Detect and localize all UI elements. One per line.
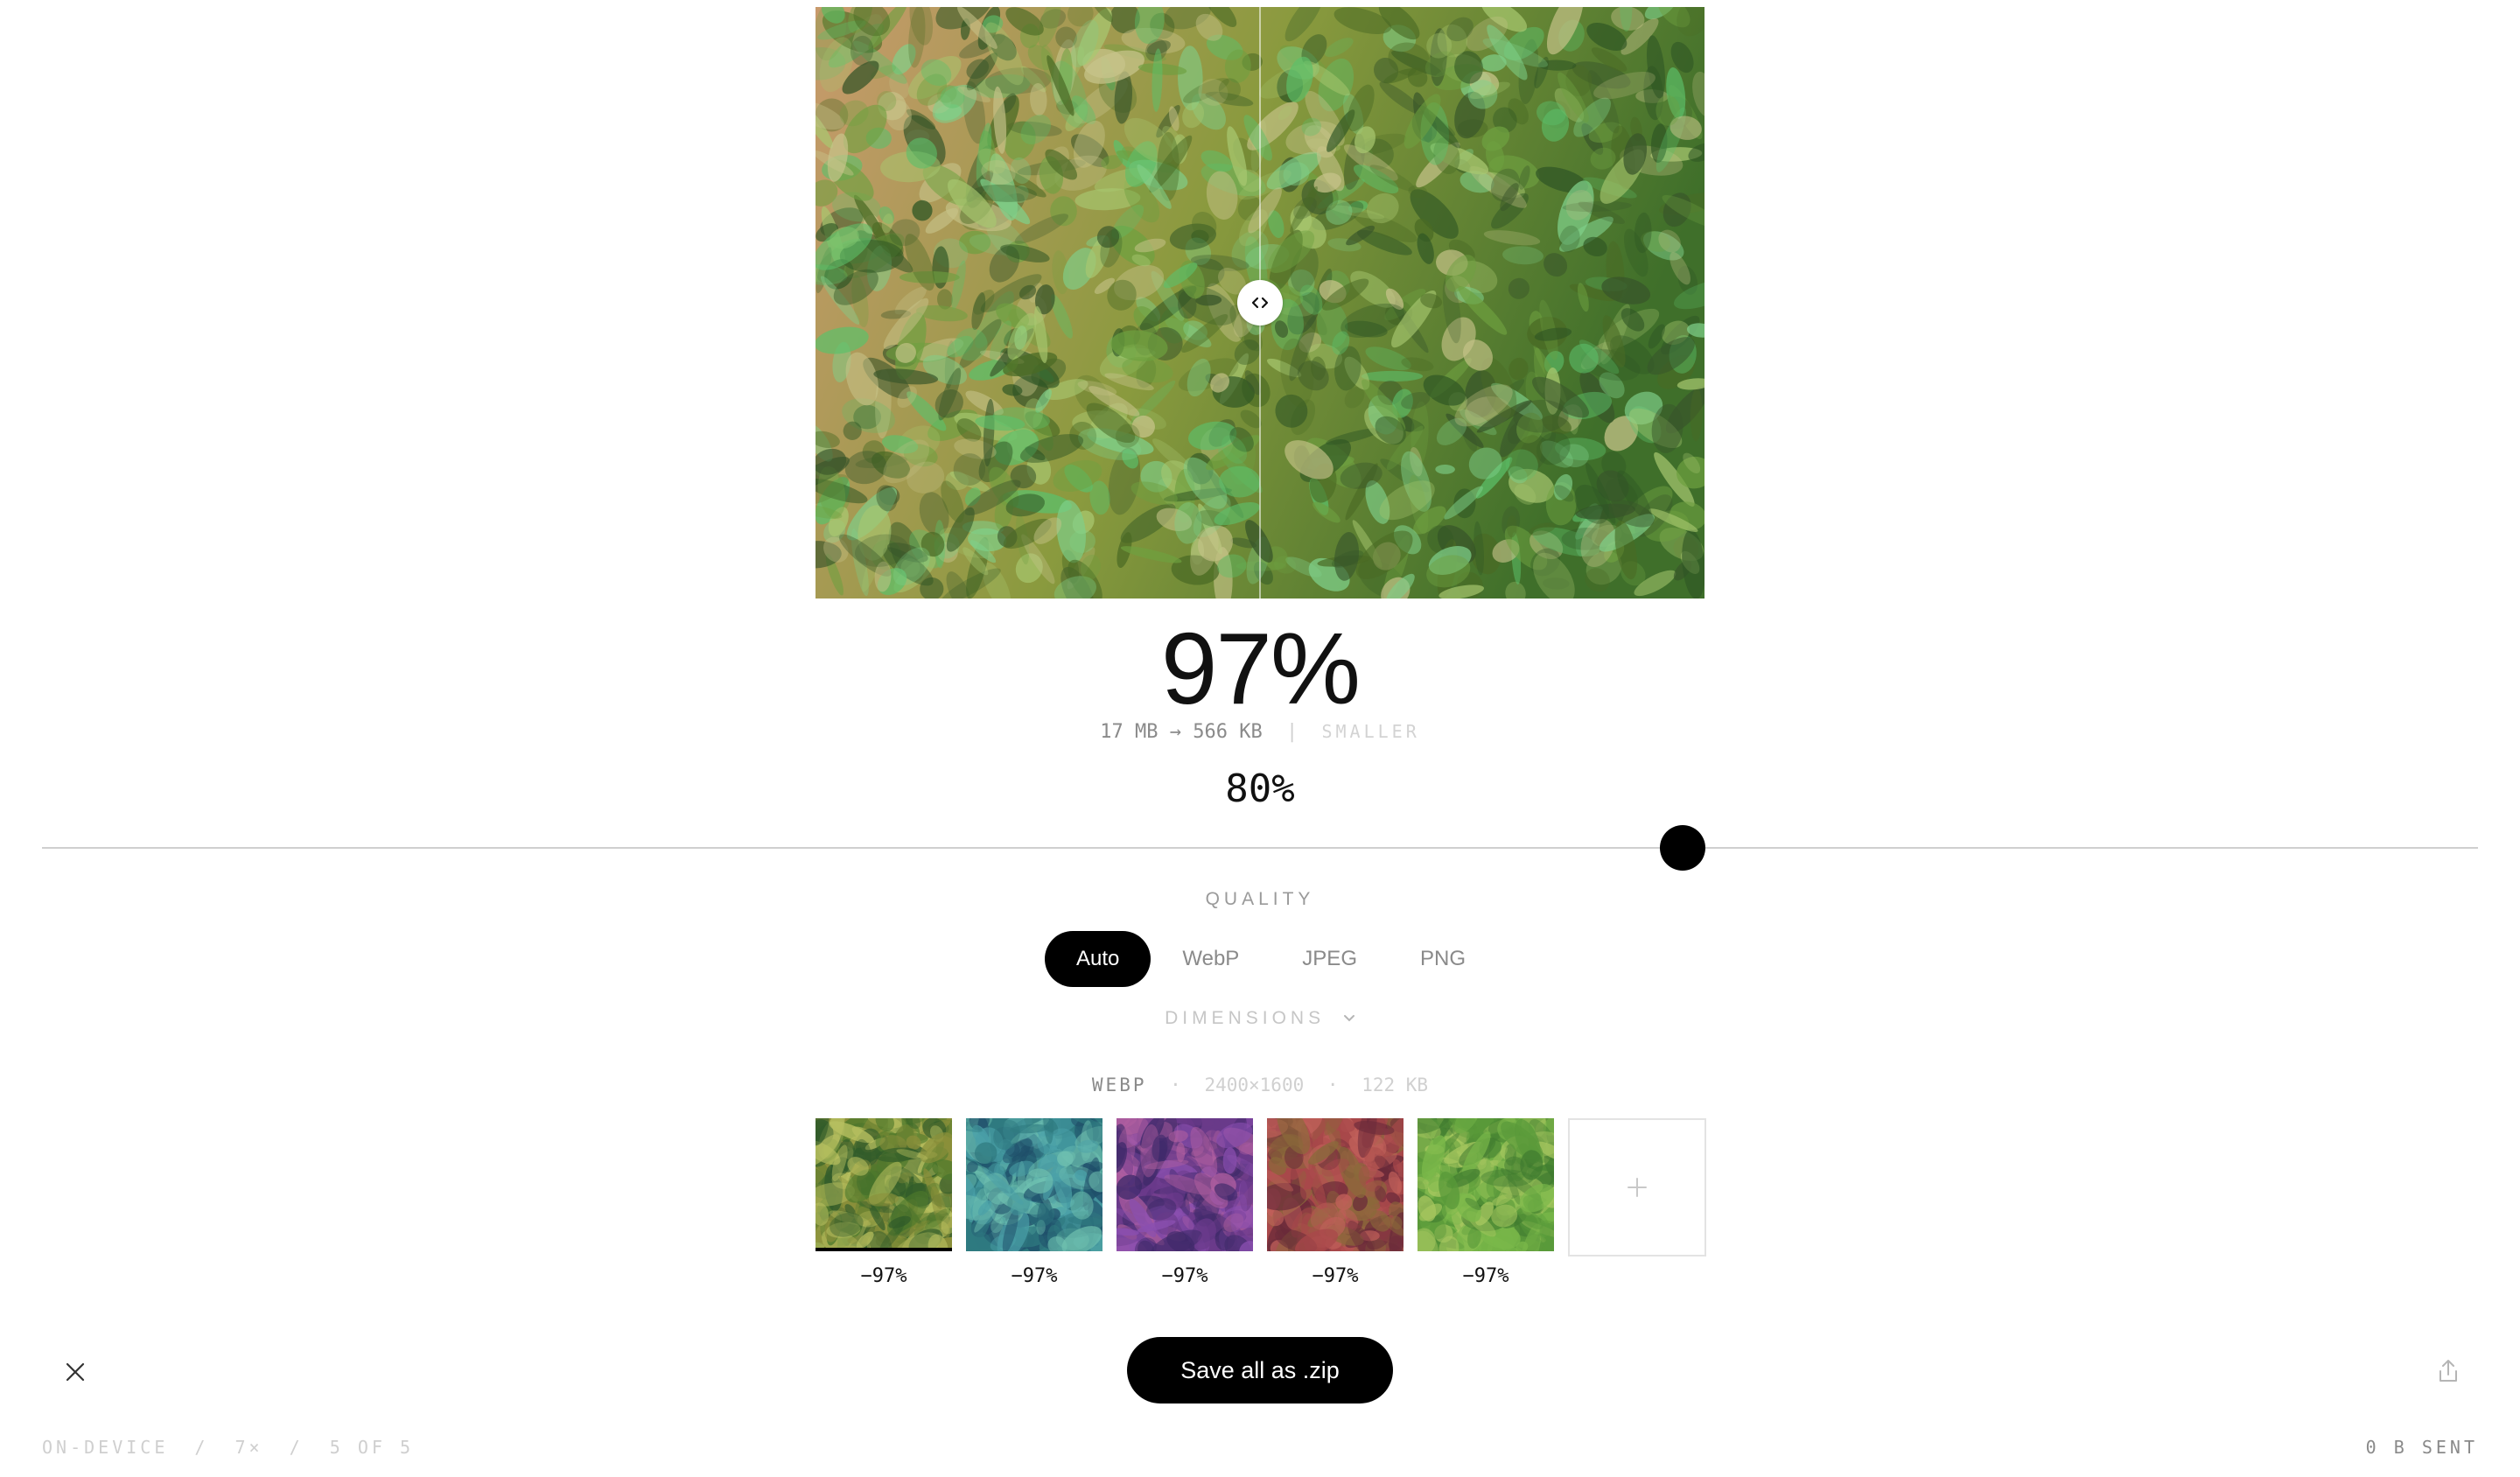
thumbnail-image	[816, 1118, 952, 1251]
thumbnail-image	[1267, 1118, 1404, 1251]
chevron-left-right-icon	[1251, 297, 1269, 309]
separator: |	[1285, 721, 1298, 743]
thumbnail-image	[1116, 1118, 1253, 1251]
dimensions-toggle[interactable]: DIMENSIONS	[0, 1008, 2520, 1029]
footer-slash: /	[289, 1437, 304, 1458]
plus-icon	[1628, 1178, 1647, 1197]
savings-percent: 97%	[1160, 612, 1361, 725]
dot-separator: ·	[1170, 1074, 1181, 1096]
footer-mode: ON-DEVICE	[42, 1437, 169, 1458]
tab-auto[interactable]: Auto	[1045, 931, 1152, 987]
file-info: WEBP · 2400×1600 · 122 KB	[0, 1074, 2520, 1096]
quality-slider-track[interactable]	[42, 847, 2478, 849]
size-comparison: 17 MB → 566 KB | SMALLER	[0, 721, 2520, 743]
share-button[interactable]	[2436, 1358, 2460, 1384]
arrow: →	[1169, 721, 1181, 743]
thumbnail[interactable]: −97%	[1418, 1118, 1554, 1287]
footer-sent: 0 B SENT	[2365, 1437, 2478, 1458]
quality-value: 80%	[1225, 766, 1295, 811]
thumbnail[interactable]: −97%	[1267, 1118, 1404, 1287]
compressed-size: 566 KB	[1193, 721, 1263, 743]
close-button[interactable]	[63, 1360, 88, 1384]
dot-separator: ·	[1326, 1074, 1339, 1096]
thumbnail-saving: −97%	[1161, 1265, 1208, 1287]
comparison-handle[interactable]	[1237, 280, 1283, 326]
tab-png[interactable]: PNG	[1389, 931, 1497, 987]
add-image-button[interactable]	[1568, 1118, 1706, 1256]
tab-webp[interactable]: WebP	[1151, 931, 1270, 987]
thumbnail-saving: −97%	[1011, 1265, 1058, 1287]
footer-position: 5 OF 5	[329, 1437, 414, 1458]
thumbnail-image	[1418, 1118, 1554, 1251]
footer-speed: 7×	[234, 1437, 263, 1458]
smaller-label: SMALLER	[1321, 721, 1420, 742]
thumbnail-strip: −97% −97% −97% −97% −97%	[816, 1118, 1706, 1293]
footer-status: ON-DEVICE / 7× / 5 OF 5	[42, 1437, 414, 1458]
close-icon	[66, 1362, 85, 1382]
file-resolution: 2400×1600	[1204, 1074, 1305, 1096]
comparison-preview[interactable]	[816, 7, 1704, 598]
quality-slider-thumb[interactable]	[1659, 825, 1705, 871]
footer-slash: /	[194, 1437, 209, 1458]
thumbnail-image	[966, 1118, 1102, 1251]
share-icon	[2440, 1360, 2457, 1382]
format-tabs: Auto WebP JPEG PNG	[1045, 931, 1497, 987]
file-size: 122 KB	[1362, 1074, 1429, 1096]
original-size: 17 MB	[1100, 721, 1158, 743]
file-format: WEBP	[1091, 1074, 1147, 1096]
save-all-zip-button[interactable]: Save all as .zip	[1127, 1337, 1393, 1404]
dimensions-label: DIMENSIONS	[1165, 1008, 1326, 1028]
thumbnail[interactable]: −97%	[816, 1118, 952, 1287]
quality-label: QUALITY	[1205, 889, 1315, 909]
thumbnail[interactable]: −97%	[1116, 1118, 1253, 1287]
thumbnail-saving: −97%	[860, 1265, 907, 1287]
tab-jpeg[interactable]: JPEG	[1270, 931, 1389, 987]
chevron-down-icon	[1343, 1015, 1354, 1022]
thumbnail[interactable]: −97%	[966, 1118, 1102, 1287]
thumbnail-saving: −97%	[1462, 1265, 1509, 1287]
thumbnail-saving: −97%	[1312, 1265, 1359, 1287]
